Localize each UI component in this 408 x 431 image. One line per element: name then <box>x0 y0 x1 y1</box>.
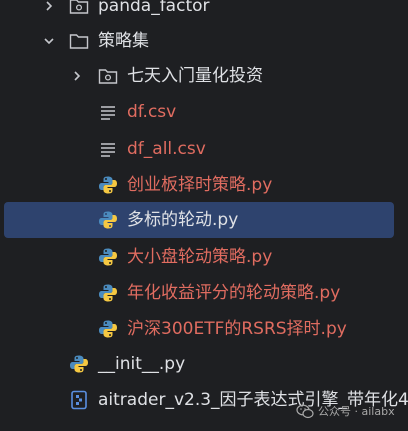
tree-item-df-all-csv[interactable]: df_all.csv <box>0 131 408 167</box>
tree-item-size-rotation[interactable]: 大小盘轮动策略.py <box>0 239 408 275</box>
text-file-icon <box>98 139 118 159</box>
python-file-icon <box>98 247 118 267</box>
tree-item-csi300-rsrs-timing[interactable]: 沪深300ETF的RSRS择时.py <box>0 311 408 347</box>
folder-icon <box>69 31 89 51</box>
chevron-right-icon[interactable] <box>42 0 56 13</box>
tree-item-label: panda_factor <box>98 0 210 16</box>
project-tree: panda_factor 策略集 七天入门量化投资 df.csv df_all.… <box>0 0 408 431</box>
tree-item-df-csv[interactable]: df.csv <box>0 94 408 130</box>
tree-item-annual-return-rotation[interactable]: 年化收益评分的轮动策略.py <box>0 275 408 311</box>
python-file-icon <box>98 319 118 339</box>
tree-item-label: __init__.py <box>98 354 186 374</box>
tree-item-strategy-folder[interactable]: 策略集 <box>0 23 408 59</box>
tree-item-label: df_all.csv <box>127 139 206 159</box>
tree-item-label: df.csv <box>127 102 177 122</box>
tree-item-multi-target-rotation[interactable]: 多标的轮动.py <box>4 202 394 238</box>
package-folder-icon <box>98 66 118 86</box>
watermark-text: 公众号 · ailabx <box>318 405 395 418</box>
tree-item-label: 策略集 <box>98 31 149 51</box>
text-file-icon <box>98 102 118 122</box>
tree-item-label: 年化收益评分的轮动策略.py <box>127 283 341 303</box>
wechat-icon <box>296 404 314 419</box>
python-file-icon <box>98 175 118 195</box>
tree-item-label: 多标的轮动.py <box>127 210 239 230</box>
tree-item-label: 大小盘轮动策略.py <box>127 247 273 267</box>
python-file-icon <box>69 354 89 374</box>
tree-item-panda-factor[interactable]: panda_factor <box>0 0 408 24</box>
package-folder-icon <box>69 0 89 16</box>
watermark: 公众号 · ailabx <box>296 402 395 420</box>
tree-item-chinext-timing[interactable]: 创业板择时策略.py <box>0 167 408 203</box>
tree-item-label: 沪深300ETF的RSRS择时.py <box>127 319 347 339</box>
notebook-file-icon <box>69 390 89 410</box>
tree-item-seven-day-course[interactable]: 七天入门量化投资 <box>0 58 408 94</box>
tree-item-label: 七天入门量化投资 <box>127 66 263 86</box>
chevron-down-icon[interactable] <box>42 34 56 48</box>
tree-item-partial <box>0 424 408 431</box>
tree-item-init-py[interactable]: __init__.py <box>0 346 408 382</box>
python-file-icon <box>98 210 118 230</box>
chevron-right-icon[interactable] <box>70 69 84 83</box>
tree-item-label: 创业板择时策略.py <box>127 175 273 195</box>
python-file-icon <box>98 283 118 303</box>
